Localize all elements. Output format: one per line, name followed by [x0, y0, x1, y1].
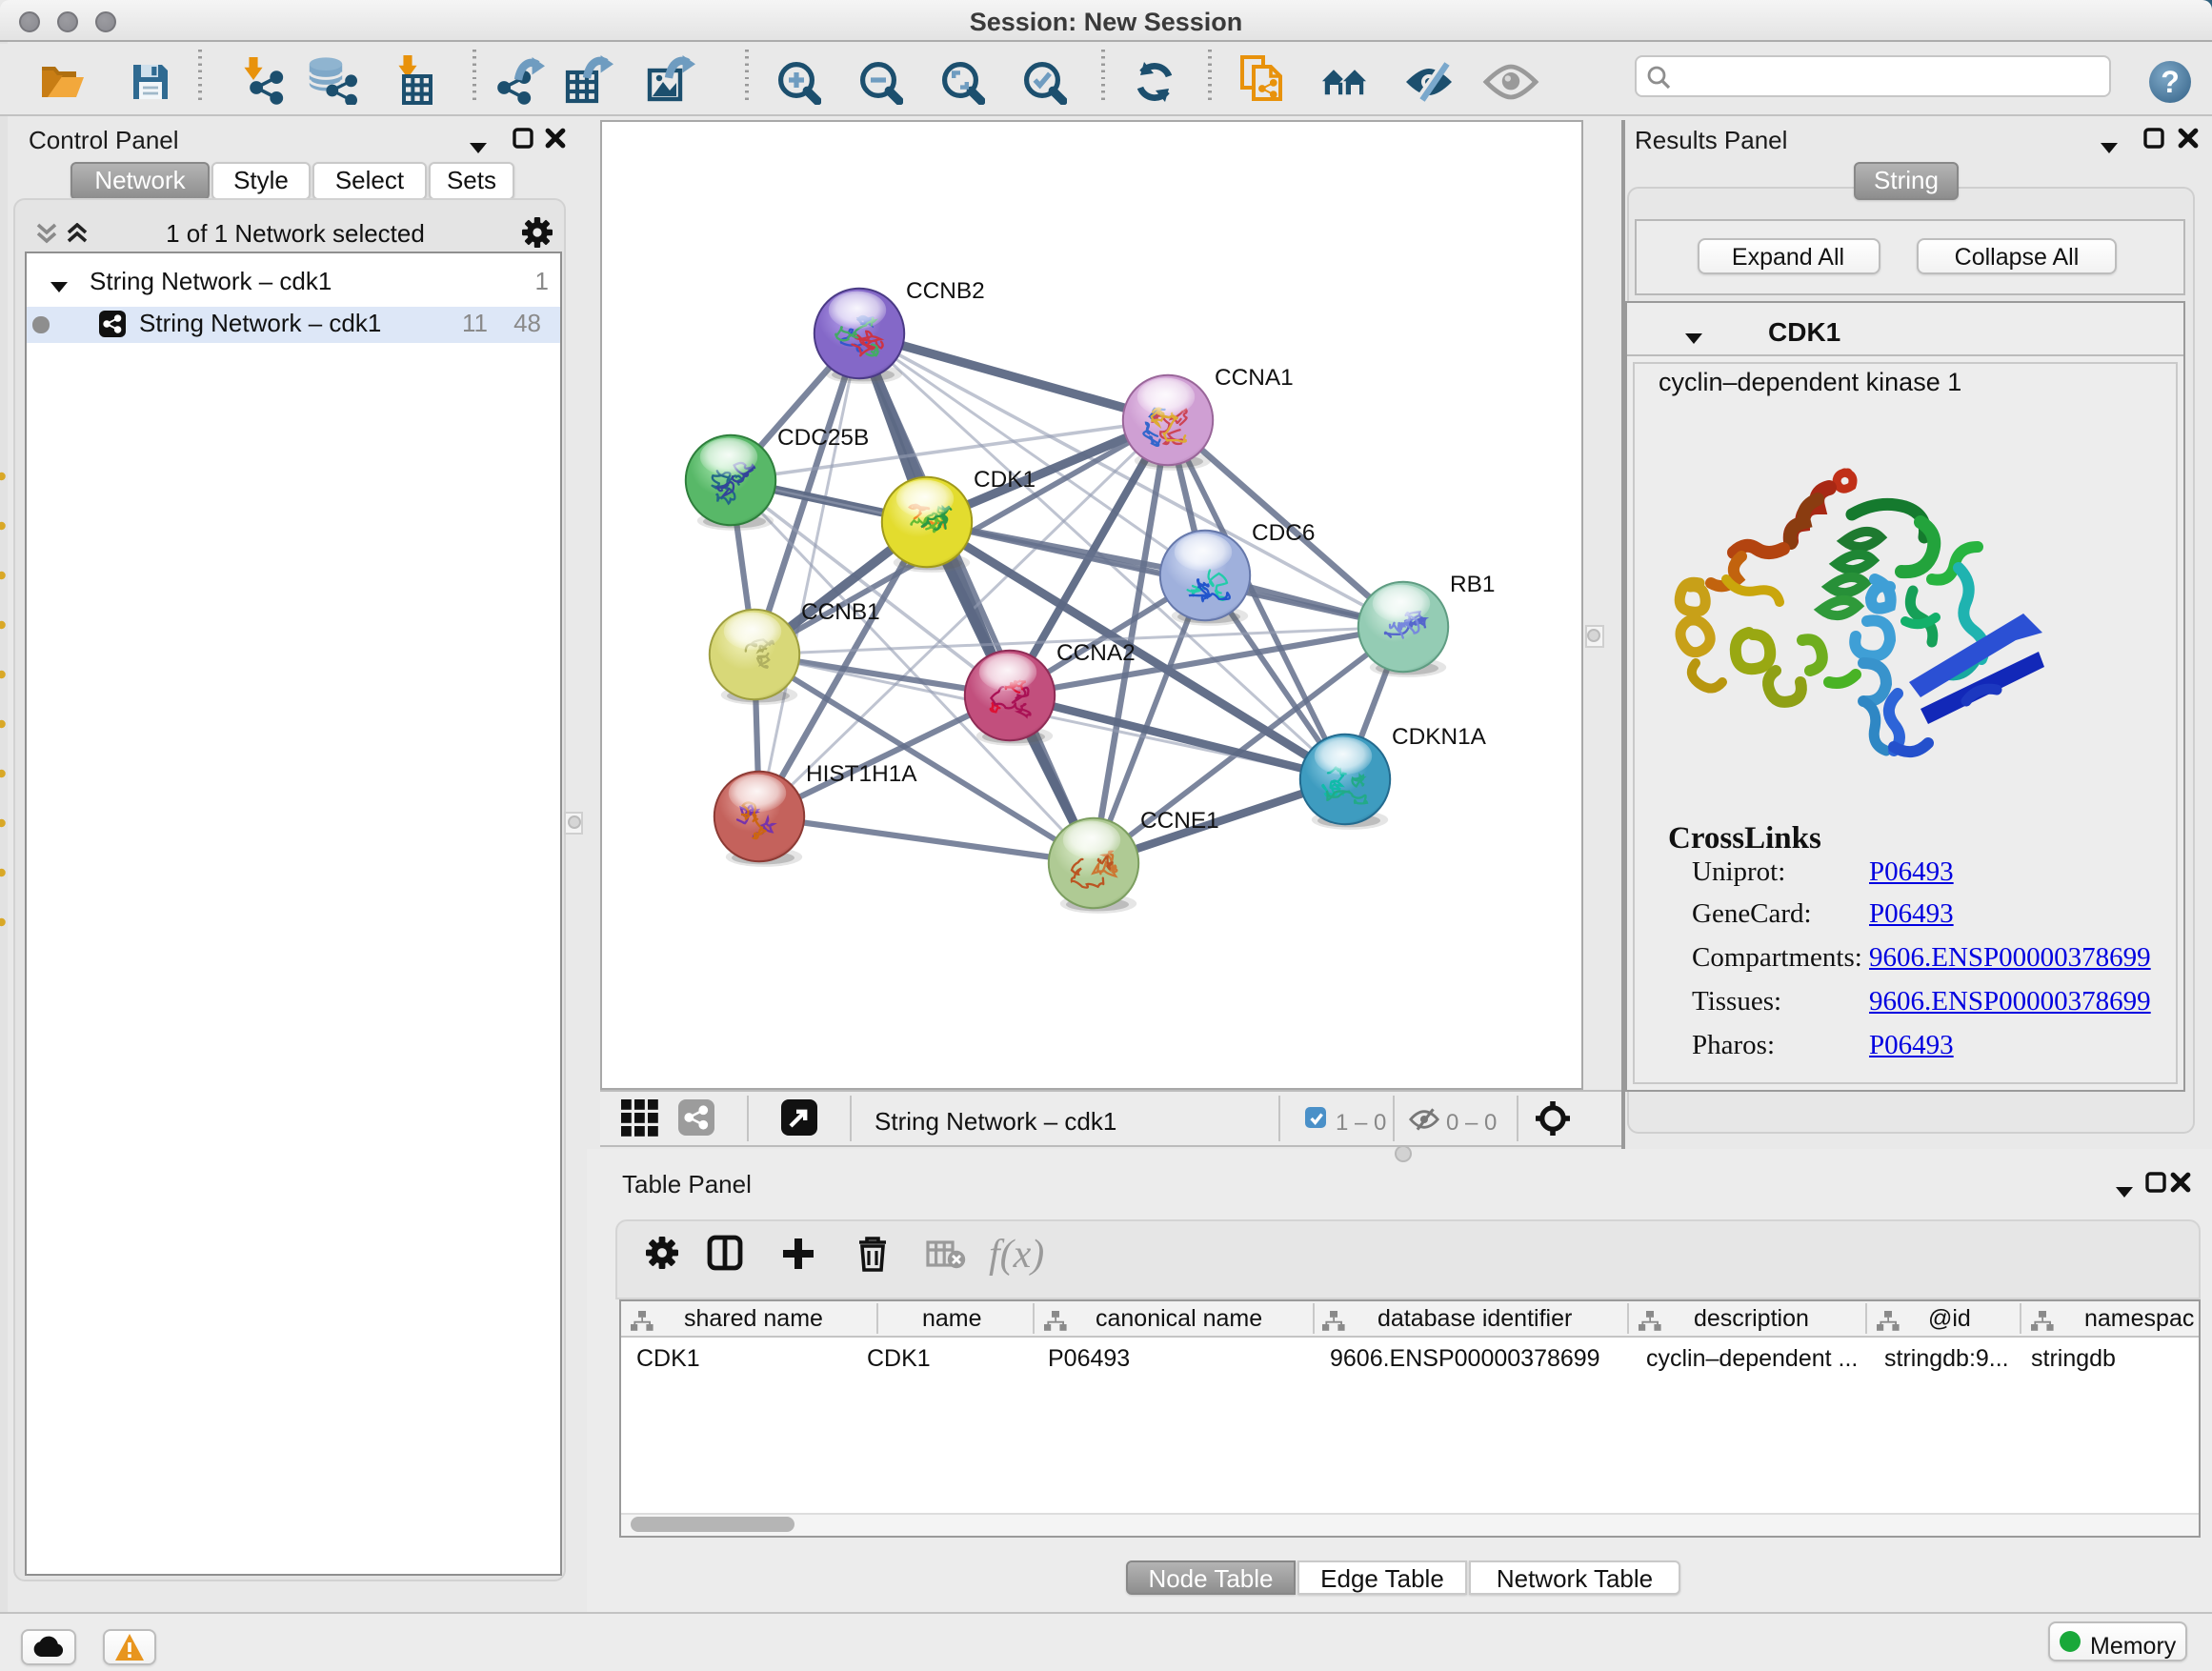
svg-text:CDKN1A: CDKN1A	[1391, 723, 1486, 749]
svg-text:CCNB1: CCNB1	[800, 598, 879, 624]
svg-text:CDC6: CDC6	[1251, 519, 1314, 545]
svg-text:?: ?	[2161, 65, 2180, 99]
svg-text:CDC25B: CDC25B	[776, 424, 868, 450]
svg-text:RB1: RB1	[1449, 571, 1494, 596]
svg-text:HIST1H1A: HIST1H1A	[805, 760, 916, 786]
svg-text:CCNA1: CCNA1	[1214, 364, 1293, 390]
svg-text:CDK1: CDK1	[973, 466, 1035, 492]
svg-text:CCNA2: CCNA2	[1056, 639, 1135, 665]
svg-text:CCNE1: CCNE1	[1139, 807, 1218, 833]
svg-text:CCNB2: CCNB2	[905, 277, 984, 303]
